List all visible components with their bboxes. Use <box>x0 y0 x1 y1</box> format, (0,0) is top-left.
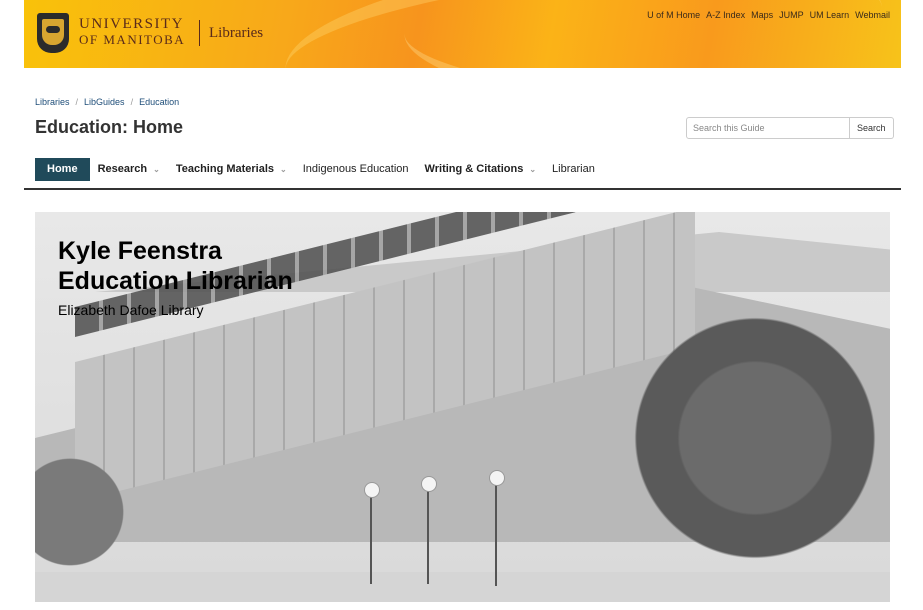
breadcrumb-libguides[interactable]: LibGuides <box>84 97 125 107</box>
top-link-home[interactable]: U of M Home <box>647 10 700 20</box>
tab-label: Research <box>97 163 148 175</box>
tree-right <box>605 312 890 592</box>
utility-links: U of M Home A-Z Index Maps JUMP UM Learn… <box>647 10 890 20</box>
search-input[interactable] <box>686 117 850 139</box>
tab-label: Writing & Citations <box>424 163 524 175</box>
breadcrumb: Libraries / LibGuides / Education <box>35 97 179 107</box>
top-link-az-index[interactable]: A-Z Index <box>706 10 745 20</box>
libraries-link[interactable]: Libraries <box>209 25 263 42</box>
lamp-post <box>489 470 505 586</box>
top-link-webmail[interactable]: Webmail <box>855 10 890 20</box>
search-button[interactable]: Search <box>850 117 894 139</box>
chevron-down-icon: ⌄ <box>153 165 160 174</box>
tabs-underline <box>24 188 901 190</box>
ground <box>35 572 890 602</box>
logo-line-1: UNIVERSITY <box>79 16 184 32</box>
tab-label: Home <box>47 163 78 175</box>
logo-divider <box>199 20 200 46</box>
tab-writing-citations[interactable]: Writing & Citations ⌄ <box>417 158 545 181</box>
lamp-post <box>421 476 437 584</box>
librarian-name: Kyle Feenstra <box>58 237 222 265</box>
tab-home[interactable]: Home <box>35 158 90 181</box>
lamp-post <box>364 482 380 584</box>
library-name: Elizabeth Dafoe Library <box>58 302 204 318</box>
tab-research[interactable]: Research ⌄ <box>90 158 168 181</box>
hero-text: Kyle Feenstra Education Librarian Elizab… <box>58 236 293 318</box>
breadcrumb-libraries[interactable]: Libraries <box>35 97 70 107</box>
breadcrumb-education[interactable]: Education <box>139 97 179 107</box>
chevron-down-icon: ⌄ <box>529 165 537 174</box>
hero-banner-image: Kyle Feenstra Education Librarian Elizab… <box>35 212 890 602</box>
breadcrumb-separator: / <box>75 97 79 107</box>
tab-label: Teaching Materials <box>175 163 275 175</box>
librarian-role: Education Librarian <box>58 267 293 295</box>
guide-search: Search <box>686 117 894 139</box>
university-crest-icon[interactable] <box>37 13 69 53</box>
tab-teaching-materials[interactable]: Teaching Materials ⌄ <box>168 158 295 181</box>
tab-label: Librarian <box>552 163 595 175</box>
breadcrumb-separator: / <box>130 97 134 107</box>
university-wordmark[interactable]: UNIVERSITY OF MANITOBA <box>79 16 185 48</box>
tab-indigenous-education[interactable]: Indigenous Education <box>295 158 417 181</box>
top-link-jump[interactable]: JUMP <box>779 10 804 20</box>
logo-line-2: OF MANITOBA <box>79 32 186 47</box>
tab-label: Indigenous Education <box>302 163 409 175</box>
chevron-down-icon: ⌄ <box>280 165 287 174</box>
tab-librarian[interactable]: Librarian <box>544 158 603 181</box>
page-title: Education: Home <box>35 117 184 137</box>
top-link-maps[interactable]: Maps <box>751 10 773 20</box>
top-link-um-learn[interactable]: UM Learn <box>810 10 850 20</box>
guide-tabs: Home Research ⌄ Teaching Materials ⌄ Indig… <box>35 158 603 181</box>
site-banner: UNIVERSITY OF MANITOBA Libraries U of M … <box>24 0 901 68</box>
